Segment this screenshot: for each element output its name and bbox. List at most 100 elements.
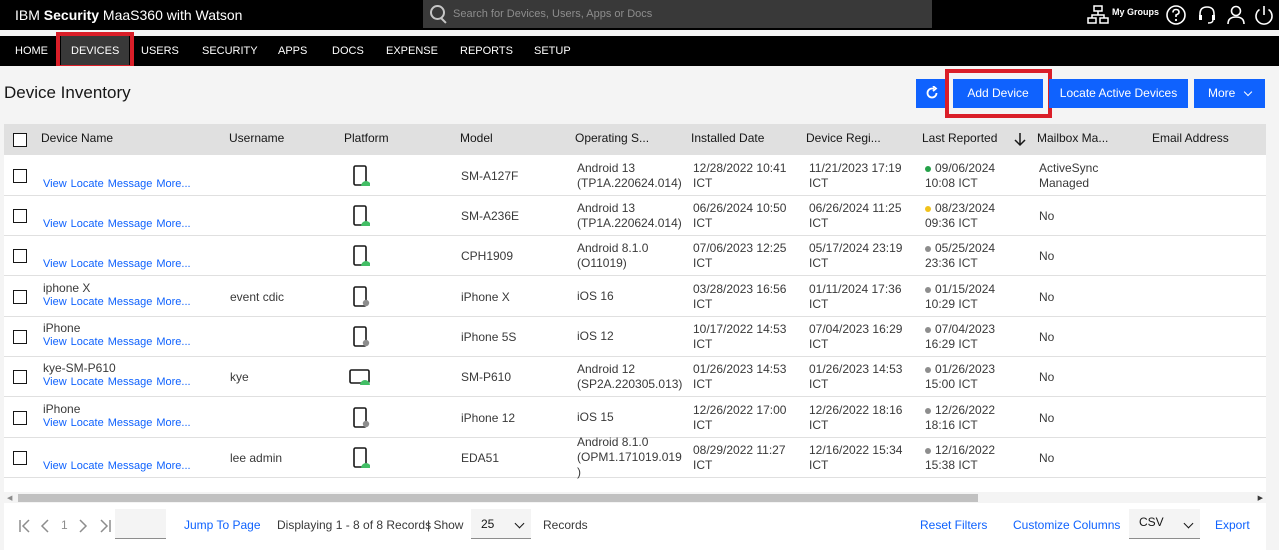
message-link[interactable]: Message bbox=[108, 296, 153, 308]
per-page-select[interactable]: 25 bbox=[471, 509, 531, 539]
user-icon[interactable] bbox=[1225, 4, 1247, 26]
row-checkbox[interactable] bbox=[13, 169, 27, 183]
nav-users[interactable]: USERS bbox=[141, 36, 179, 66]
nav-expense[interactable]: EXPENSE bbox=[386, 36, 438, 66]
col-mailbox-managed[interactable]: Mailbox Ma... bbox=[1037, 124, 1108, 155]
more-actions-link[interactable]: More... bbox=[156, 296, 190, 308]
locate-link[interactable]: Locate bbox=[71, 376, 104, 388]
view-link[interactable]: View bbox=[43, 296, 67, 308]
page-number-input[interactable] bbox=[115, 509, 166, 539]
col-model[interactable]: Model bbox=[460, 124, 493, 155]
locate-link[interactable]: Locate bbox=[71, 178, 104, 190]
more-actions-link[interactable]: More... bbox=[156, 417, 190, 429]
sort-down-icon[interactable] bbox=[1014, 132, 1026, 147]
view-link[interactable]: View bbox=[43, 376, 67, 388]
support-icon[interactable] bbox=[1196, 4, 1218, 26]
global-search[interactable] bbox=[423, 0, 932, 28]
more-actions-link[interactable]: More... bbox=[156, 460, 190, 472]
my-groups-button[interactable]: My Groups bbox=[1087, 4, 1159, 24]
more-actions-link[interactable]: More... bbox=[156, 178, 190, 190]
col-installed-date[interactable]: Installed Date bbox=[691, 124, 764, 155]
last-page-icon[interactable] bbox=[98, 519, 112, 533]
brand-logo[interactable]: IBM Security MaaS360 with Watson bbox=[15, 7, 242, 23]
message-link[interactable]: Message bbox=[108, 258, 153, 270]
table-row[interactable]: iPhone View Locate Message More... iPhone 12 i… bbox=[4, 397, 1266, 438]
col-device-registered[interactable]: Device Regi... bbox=[806, 124, 881, 155]
locate-link[interactable]: Locate bbox=[71, 336, 104, 348]
view-link[interactable]: View bbox=[43, 336, 67, 348]
message-link[interactable]: Message bbox=[108, 336, 153, 348]
locate-link[interactable]: Locate bbox=[71, 460, 104, 472]
device-name[interactable]: kye-SM-P610 bbox=[43, 361, 116, 376]
col-device-name[interactable]: Device Name bbox=[41, 124, 113, 155]
scroll-right-icon[interactable]: ▶ bbox=[1258, 494, 1263, 502]
row-checkbox[interactable] bbox=[13, 290, 27, 304]
table-row[interactable]: View Locate Message More... SM-A236E Android … bbox=[4, 196, 1266, 236]
device-name[interactable]: iPhone bbox=[43, 321, 80, 336]
more-actions-link[interactable]: More... bbox=[156, 336, 190, 348]
device-name[interactable]: iPhone bbox=[43, 402, 80, 417]
prev-page-icon[interactable] bbox=[40, 519, 50, 533]
row-checkbox[interactable] bbox=[13, 330, 27, 344]
row-checkbox[interactable] bbox=[13, 370, 27, 384]
table-row[interactable]: iPhone View Locate Message More... iPhone 5S i… bbox=[4, 317, 1266, 357]
row-checkbox[interactable] bbox=[13, 209, 27, 223]
col-operating-system[interactable]: Operating S... bbox=[575, 124, 649, 155]
col-platform[interactable]: Platform bbox=[344, 124, 389, 155]
more-actions-link[interactable]: More... bbox=[156, 218, 190, 230]
nav-security[interactable]: SECURITY bbox=[202, 36, 258, 66]
view-link[interactable]: View bbox=[43, 258, 67, 270]
row-checkbox[interactable] bbox=[13, 451, 27, 465]
message-link[interactable]: Message bbox=[108, 376, 153, 388]
col-last-reported[interactable]: Last Reported bbox=[922, 124, 997, 155]
view-link[interactable]: View bbox=[43, 460, 67, 472]
horizontal-scrollbar[interactable]: ◀ ▶ bbox=[4, 492, 1266, 503]
export-format-select[interactable]: CSV bbox=[1129, 509, 1200, 539]
export-link[interactable]: Export bbox=[1215, 518, 1250, 532]
power-icon[interactable] bbox=[1253, 4, 1275, 26]
view-link[interactable]: View bbox=[43, 218, 67, 230]
nav-docs[interactable]: DOCS bbox=[332, 36, 364, 66]
col-username[interactable]: Username bbox=[229, 124, 284, 155]
view-link[interactable]: View bbox=[43, 417, 67, 429]
jump-to-page-link[interactable]: Jump To Page bbox=[184, 518, 261, 532]
message-link[interactable]: Message bbox=[108, 417, 153, 429]
device-name[interactable]: iphone X bbox=[43, 281, 90, 296]
nav-apps[interactable]: APPS bbox=[278, 36, 307, 66]
search-icon[interactable] bbox=[428, 4, 448, 24]
table-row[interactable]: View Locate Message More... lee admin EDA51 An… bbox=[4, 435, 1266, 479]
view-link[interactable]: View bbox=[43, 178, 67, 190]
nav-setup[interactable]: SETUP bbox=[534, 36, 571, 66]
table-row[interactable]: View Locate Message More... SM-A127F Android … bbox=[4, 155, 1266, 196]
locate-link[interactable]: Locate bbox=[71, 417, 104, 429]
message-link[interactable]: Message bbox=[108, 460, 153, 472]
table-row[interactable]: View Locate Message More... CPH1909 Android 8… bbox=[4, 236, 1266, 276]
more-actions-link[interactable]: More... bbox=[156, 376, 190, 388]
locate-link[interactable]: Locate bbox=[71, 296, 104, 308]
refresh-button[interactable] bbox=[916, 79, 948, 108]
table-row[interactable]: kye-SM-P610 View Locate Message More... kye SM… bbox=[4, 357, 1266, 397]
more-button[interactable]: More bbox=[1194, 79, 1265, 108]
table-row[interactable]: iphone X View Locate Message More... event cd… bbox=[4, 276, 1266, 317]
locate-link[interactable]: Locate bbox=[71, 218, 104, 230]
help-icon[interactable] bbox=[1165, 4, 1187, 26]
reset-filters-link[interactable]: Reset Filters bbox=[920, 518, 987, 532]
scroll-left-icon[interactable]: ◀ bbox=[7, 494, 12, 502]
row-checkbox[interactable] bbox=[13, 249, 27, 263]
message-link[interactable]: Message bbox=[108, 178, 153, 190]
customize-columns-link[interactable]: Customize Columns bbox=[1013, 518, 1120, 532]
more-actions-link[interactable]: More... bbox=[156, 258, 190, 270]
nav-home[interactable]: HOME bbox=[15, 36, 48, 66]
installed-date-value: 06/26/2024 10:50 bbox=[693, 201, 787, 215]
select-all-checkbox[interactable] bbox=[13, 133, 27, 147]
row-checkbox[interactable] bbox=[13, 411, 27, 425]
search-input[interactable] bbox=[453, 5, 923, 23]
first-page-icon[interactable] bbox=[18, 519, 32, 533]
message-link[interactable]: Message bbox=[108, 218, 153, 230]
locate-active-devices-button[interactable]: Locate Active Devices bbox=[1049, 79, 1188, 108]
col-email-address[interactable]: Email Address bbox=[1152, 124, 1229, 155]
next-page-icon[interactable] bbox=[78, 519, 88, 533]
scrollbar-thumb[interactable] bbox=[18, 494, 978, 502]
nav-reports[interactable]: REPORTS bbox=[460, 36, 513, 66]
locate-link[interactable]: Locate bbox=[71, 258, 104, 270]
